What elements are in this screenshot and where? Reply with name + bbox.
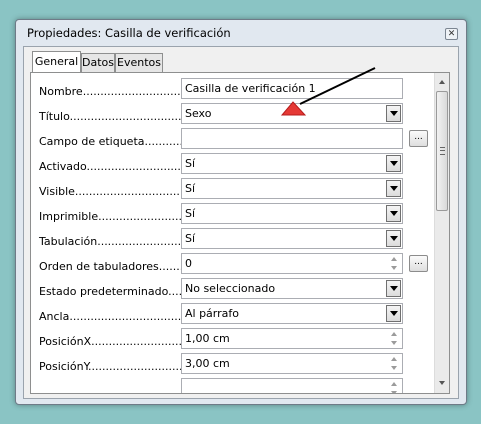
property-row-visible: Visible.................................… bbox=[31, 178, 449, 203]
activado-dropdown[interactable]: Sí bbox=[181, 153, 403, 174]
imprimible-dropdown[interactable]: Sí bbox=[181, 203, 403, 224]
scroll-thumb[interactable] bbox=[436, 91, 448, 211]
campo-etiqueta-browse-button[interactable]: ... bbox=[409, 130, 428, 147]
property-label: Activado............................... bbox=[39, 160, 195, 173]
properties-dialog: Propiedades: Casilla de verificación ✕ G… bbox=[15, 19, 467, 405]
grip-icon bbox=[440, 147, 445, 155]
dropdown-arrow-icon[interactable] bbox=[386, 280, 401, 297]
dialog-content: General Datos Eventos Nombre............… bbox=[23, 46, 459, 399]
spin-buttons[interactable] bbox=[388, 255, 401, 272]
property-row-estado-predeterminado: Estado predeterminado..... No selecciona… bbox=[31, 278, 449, 303]
tab-datos[interactable]: Datos bbox=[81, 53, 115, 72]
partial-spinbox[interactable] bbox=[181, 378, 403, 393]
property-row-activado: Activado............................... … bbox=[31, 153, 449, 178]
property-label: Tabulación........................... bbox=[39, 235, 192, 248]
vertical-scrollbar[interactable] bbox=[434, 73, 449, 393]
field-value: Sí bbox=[185, 232, 196, 245]
property-row-tabulacion: Tabulación........................... Sí bbox=[31, 228, 449, 253]
posicion-x-spinbox[interactable]: 1,00 cm bbox=[181, 328, 403, 349]
estado-predeterminado-dropdown[interactable]: No seleccionado bbox=[181, 278, 403, 299]
field-value: 3,00 cm bbox=[185, 357, 230, 370]
property-label: Orden de tabuladores....... bbox=[39, 260, 184, 273]
property-label: Estado predeterminado..... bbox=[39, 285, 186, 298]
property-label: Campo de etiqueta............ bbox=[39, 135, 187, 148]
field-value: 1,00 cm bbox=[185, 332, 230, 345]
property-row-imprimible: Imprimible............................ S… bbox=[31, 203, 449, 228]
spin-up-icon[interactable] bbox=[388, 355, 401, 363]
dropdown-arrow-icon[interactable] bbox=[386, 155, 401, 172]
property-label: PosiciónX............................ bbox=[39, 335, 190, 348]
field-value: Sí bbox=[185, 157, 196, 170]
campo-etiqueta-input[interactable] bbox=[181, 128, 403, 149]
title-bar: Propiedades: Casilla de verificación ✕ bbox=[16, 20, 466, 46]
dropdown-arrow-icon[interactable] bbox=[386, 230, 401, 247]
spin-buttons[interactable] bbox=[388, 355, 401, 372]
orden-tabuladores-spinbox[interactable]: 0 bbox=[181, 253, 403, 274]
dropdown-arrow-icon[interactable] bbox=[386, 205, 401, 222]
field-value: Casilla de verificación 1 bbox=[185, 82, 316, 95]
field-value: Sexo bbox=[185, 107, 212, 120]
scroll-up-icon[interactable] bbox=[435, 75, 449, 89]
ancla-dropdown[interactable]: Al párrafo bbox=[181, 303, 403, 324]
property-row-orden-tabuladores: Orden de tabuladores....... 0 ... bbox=[31, 253, 449, 278]
property-label: Visible.................................… bbox=[39, 185, 201, 198]
property-label: PosiciónY............................ bbox=[39, 360, 186, 373]
posicion-y-spinbox[interactable]: 3,00 cm bbox=[181, 353, 403, 374]
field-value: Al párrafo bbox=[185, 307, 239, 320]
tabulacion-dropdown[interactable]: Sí bbox=[181, 228, 403, 249]
visible-dropdown[interactable]: Sí bbox=[181, 178, 403, 199]
spin-down-icon[interactable] bbox=[388, 389, 401, 393]
spin-down-icon[interactable] bbox=[388, 339, 401, 347]
spin-down-icon[interactable] bbox=[388, 364, 401, 372]
property-label: Nombre................................. bbox=[39, 85, 199, 98]
dropdown-arrow-icon[interactable] bbox=[386, 180, 401, 197]
scroll-down-icon[interactable] bbox=[435, 377, 449, 391]
nombre-input[interactable]: Casilla de verificación 1 bbox=[181, 78, 403, 99]
property-row-posicion-y: PosiciónY............................ 3,… bbox=[31, 353, 449, 378]
close-icon[interactable]: ✕ bbox=[445, 28, 458, 40]
property-label: Título..................................… bbox=[39, 110, 203, 123]
property-row-posicion-x: PosiciónX............................ 1,… bbox=[31, 328, 449, 353]
property-label: Ancla...................................… bbox=[39, 310, 203, 323]
property-row-campo-etiqueta: Campo de etiqueta............ ... bbox=[31, 128, 449, 153]
property-row-titulo: Título..................................… bbox=[31, 103, 449, 128]
property-row-ancla: Ancla...................................… bbox=[31, 303, 449, 328]
field-value: 0 bbox=[185, 257, 192, 270]
tab-general[interactable]: General bbox=[32, 51, 81, 72]
property-row-nombre: Nombre................................. … bbox=[31, 78, 449, 103]
spin-up-icon[interactable] bbox=[388, 330, 401, 338]
spin-buttons[interactable] bbox=[388, 380, 401, 393]
spin-down-icon[interactable] bbox=[388, 264, 401, 272]
spin-up-icon[interactable] bbox=[388, 255, 401, 263]
spin-up-icon[interactable] bbox=[388, 380, 401, 388]
properties-panel: Nombre................................. … bbox=[30, 72, 450, 394]
window-title: Propiedades: Casilla de verificación bbox=[27, 26, 231, 40]
property-row-partial bbox=[31, 378, 449, 393]
spin-buttons[interactable] bbox=[388, 330, 401, 347]
tab-eventos[interactable]: Eventos bbox=[115, 53, 163, 72]
dropdown-arrow-icon[interactable] bbox=[386, 305, 401, 322]
field-value: Sí bbox=[185, 207, 196, 220]
field-value: No seleccionado bbox=[185, 282, 276, 295]
property-label: Imprimible............................ bbox=[39, 210, 197, 223]
titulo-dropdown[interactable]: Sexo bbox=[181, 103, 403, 124]
field-value: Sí bbox=[185, 182, 196, 195]
dropdown-arrow-icon[interactable] bbox=[386, 105, 401, 122]
orden-tabuladores-browse-button[interactable]: ... bbox=[409, 255, 428, 272]
